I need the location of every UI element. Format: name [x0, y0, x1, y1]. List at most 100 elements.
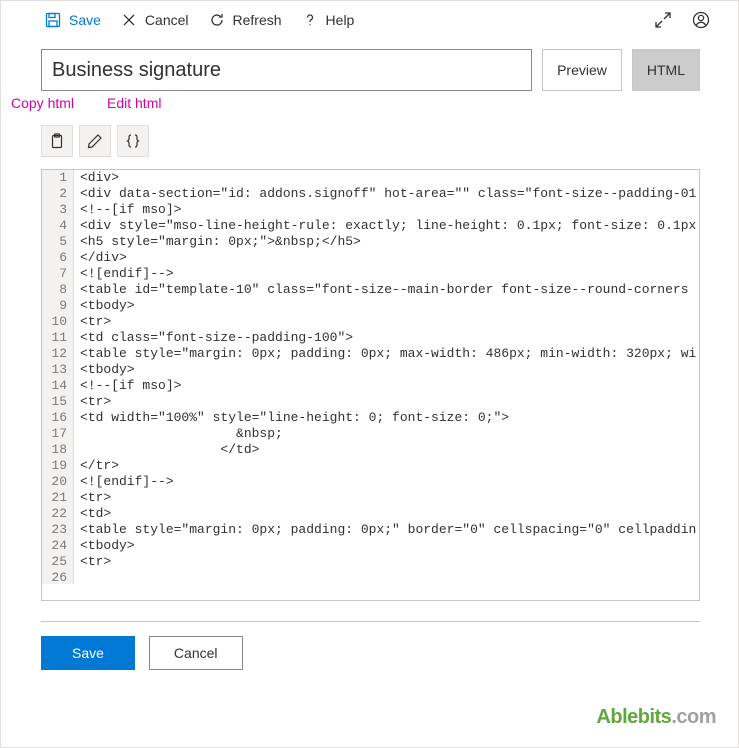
help-command-label: Help — [326, 12, 355, 28]
code-line[interactable]: 24<tbody> — [42, 538, 699, 554]
code-text: <tbody> — [74, 538, 135, 554]
line-number: 14 — [42, 378, 74, 394]
line-number: 3 — [42, 202, 74, 218]
refresh-command-label: Refresh — [233, 12, 282, 28]
code-line[interactable]: 9<tbody> — [42, 298, 699, 314]
save-button[interactable]: Save — [41, 636, 135, 670]
line-number: 5 — [42, 234, 74, 250]
code-text: <tr> — [74, 314, 111, 330]
refresh-command[interactable]: Refresh — [209, 12, 282, 28]
code-text: <!--[if mso]> — [74, 378, 181, 394]
code-text: <!--[if mso]> — [74, 202, 181, 218]
line-number: 21 — [42, 490, 74, 506]
edit-html-button[interactable] — [79, 125, 111, 157]
code-text: <div> — [74, 170, 119, 186]
watermark-tld: .com — [671, 706, 716, 728]
help-command[interactable]: Help — [302, 12, 355, 28]
annotation-edit-html: Edit html — [107, 95, 161, 111]
watermark: Ablebits.com — [596, 706, 716, 729]
code-text: <h5 style="margin: 0px;">&nbsp;</h5> — [74, 234, 361, 250]
line-number: 18 — [42, 442, 74, 458]
code-line[interactable]: 6</div> — [42, 250, 699, 266]
code-text: <tr> — [74, 554, 111, 570]
code-line[interactable]: 12<table style="margin: 0px; padding: 0p… — [42, 346, 699, 362]
code-line[interactable]: 20<![endif]--> — [42, 474, 699, 490]
code-text: <table style="margin: 0px; padding: 0px;… — [74, 522, 696, 538]
line-number: 19 — [42, 458, 74, 474]
code-text: </div> — [74, 250, 127, 266]
save-icon — [45, 12, 61, 28]
title-row: Preview HTML — [1, 41, 738, 91]
code-text: <div style="mso-line-height-rule: exactl… — [74, 218, 696, 234]
code-line[interactable]: 14<!--[if mso]> — [42, 378, 699, 394]
code-text: <table style="margin: 0px; padding: 0px;… — [74, 346, 696, 362]
code-line[interactable]: 16<td width="100%" style="line-height: 0… — [42, 410, 699, 426]
code-line[interactable]: 3<!--[if mso]> — [42, 202, 699, 218]
copy-html-button[interactable] — [41, 125, 73, 157]
code-line[interactable]: 15<tr> — [42, 394, 699, 410]
line-number: 4 — [42, 218, 74, 234]
code-line[interactable]: 26 — [42, 570, 699, 584]
line-number: 20 — [42, 474, 74, 490]
code-line[interactable]: 7<![endif]--> — [42, 266, 699, 282]
cancel-command-label: Cancel — [145, 12, 189, 28]
line-number: 24 — [42, 538, 74, 554]
cancel-command[interactable]: Cancel — [121, 12, 189, 28]
code-line[interactable]: 11<td class="font-size--padding-100"> — [42, 330, 699, 346]
code-line[interactable]: 19</tr> — [42, 458, 699, 474]
code-text: <![endif]--> — [74, 474, 174, 490]
user-icon[interactable] — [692, 11, 710, 29]
code-text: &nbsp; — [74, 426, 283, 442]
code-text: </tr> — [74, 458, 119, 474]
signature-name-input[interactable] — [41, 49, 532, 91]
line-number: 7 — [42, 266, 74, 282]
code-line[interactable]: 22<td> — [42, 506, 699, 522]
refresh-icon — [209, 12, 225, 28]
line-number: 23 — [42, 522, 74, 538]
line-number: 11 — [42, 330, 74, 346]
watermark-brand: Ablebits — [596, 706, 671, 728]
code-editor-hscroll[interactable] — [42, 584, 683, 600]
tab-html-label: HTML — [647, 62, 685, 78]
top-toolbar: Save Cancel Refresh Help — [1, 1, 738, 41]
code-text: <tbody> — [74, 362, 135, 378]
code-text: <tr> — [74, 490, 111, 506]
code-line[interactable]: 18 </td> — [42, 442, 699, 458]
code-text: <![endif]--> — [74, 266, 174, 282]
code-line[interactable]: 1<div> — [42, 170, 699, 186]
line-number: 17 — [42, 426, 74, 442]
code-text: <td class="font-size--padding-100"> — [74, 330, 353, 346]
braces-button[interactable] — [117, 125, 149, 157]
code-text — [74, 570, 80, 584]
line-number: 8 — [42, 282, 74, 298]
code-text: <td> — [74, 506, 111, 522]
braces-icon — [125, 133, 141, 149]
code-line[interactable]: 25<tr> — [42, 554, 699, 570]
code-editor[interactable]: 1<div>2<div data-section="id: addons.sig… — [41, 169, 700, 601]
code-line[interactable]: 8<table id="template-10" class="font-siz… — [42, 282, 699, 298]
annotation-copy-html: Copy html — [11, 95, 74, 111]
code-line[interactable]: 4<div style="mso-line-height-rule: exact… — [42, 218, 699, 234]
code-line[interactable]: 5<h5 style="margin: 0px;">&nbsp;</h5> — [42, 234, 699, 250]
cancel-button[interactable]: Cancel — [149, 636, 243, 670]
footer: Save Cancel — [1, 622, 738, 670]
line-number: 6 — [42, 250, 74, 266]
expand-icon[interactable] — [654, 11, 672, 29]
close-icon — [121, 12, 137, 28]
code-text: <tr> — [74, 394, 111, 410]
tab-preview-label: Preview — [557, 62, 607, 78]
line-number: 12 — [42, 346, 74, 362]
code-line[interactable]: 21<tr> — [42, 490, 699, 506]
tab-html[interactable]: HTML — [632, 49, 700, 91]
save-command-label: Save — [69, 12, 101, 28]
tab-preview[interactable]: Preview — [542, 49, 622, 91]
code-line[interactable]: 10<tr> — [42, 314, 699, 330]
code-editor-vscroll[interactable]: 1<div>2<div data-section="id: addons.sig… — [42, 170, 699, 584]
code-line[interactable]: 17 &nbsp; — [42, 426, 699, 442]
code-line[interactable]: 2<div data-section="id: addons.signoff" … — [42, 186, 699, 202]
save-command[interactable]: Save — [45, 12, 101, 28]
code-line[interactable]: 23<table style="margin: 0px; padding: 0p… — [42, 522, 699, 538]
code-text: <table id="template-10" class="font-size… — [74, 282, 696, 298]
code-line[interactable]: 13<tbody> — [42, 362, 699, 378]
code-text: <tbody> — [74, 298, 135, 314]
